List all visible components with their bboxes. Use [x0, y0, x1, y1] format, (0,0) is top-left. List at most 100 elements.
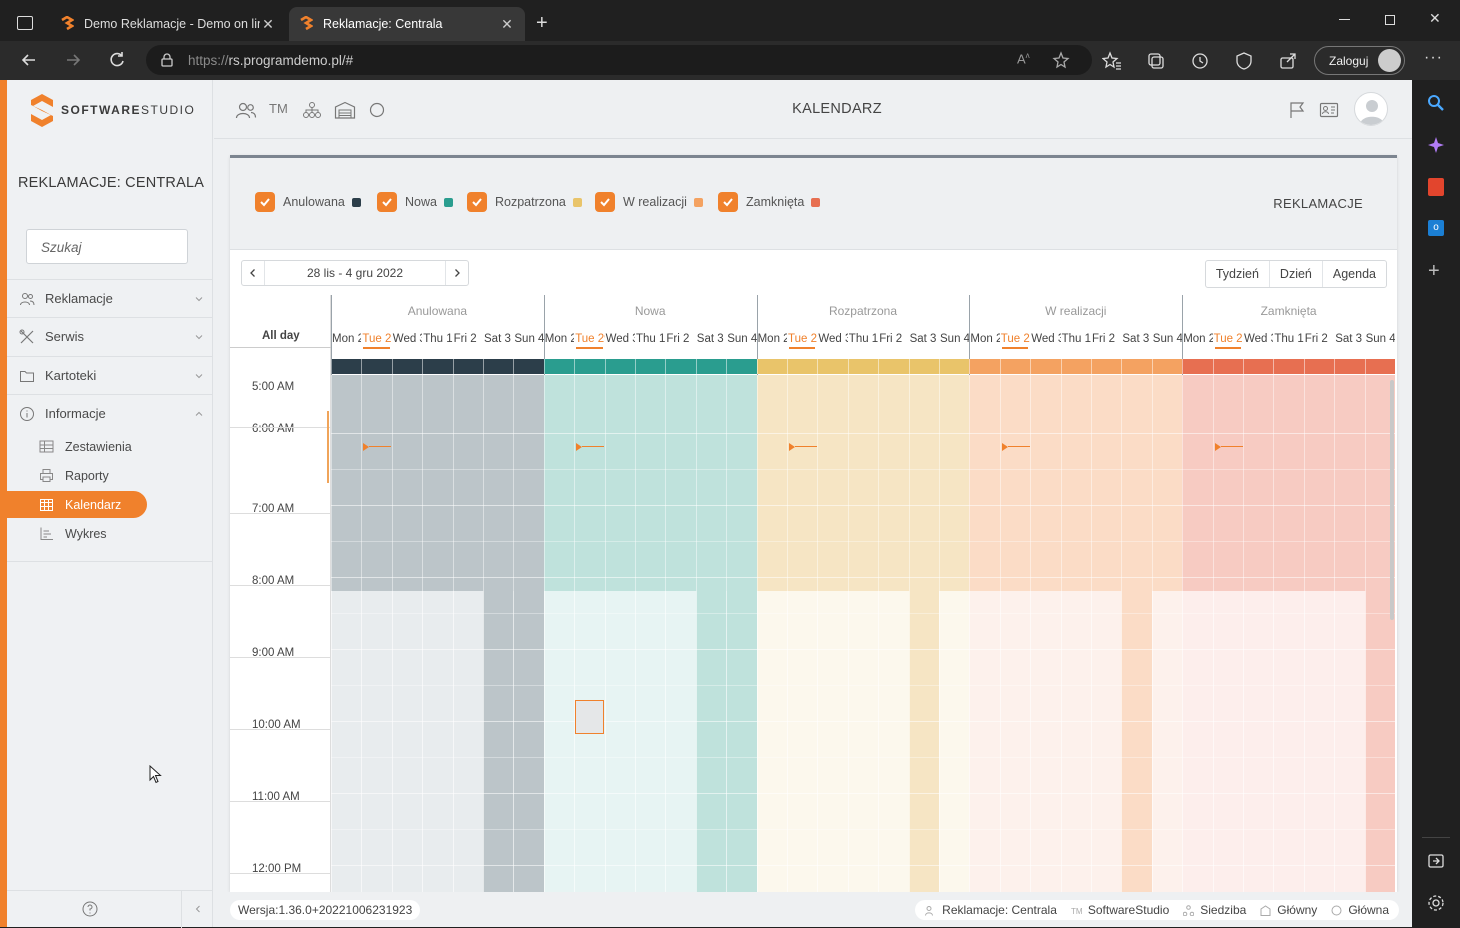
- read-aloud-icon[interactable]: Aʌ: [1017, 51, 1030, 66]
- day-header[interactable]: Sun 4: [1152, 333, 1182, 345]
- day-header[interactable]: Fri 2: [665, 333, 695, 345]
- context-item[interactable]: Główna: [1331, 903, 1389, 917]
- add-favorite-icon[interactable]: [1052, 51, 1072, 71]
- sidebar-item-reklamacje[interactable]: Reklamacje: [7, 279, 213, 317]
- time-slot[interactable]: [604, 591, 635, 895]
- day-header[interactable]: Sun 4: [939, 333, 969, 345]
- time-slot-off-hours[interactable]: [513, 375, 544, 591]
- help-icon[interactable]: [82, 901, 98, 917]
- time-slot[interactable]: [1334, 591, 1365, 895]
- day-header[interactable]: Wed 30: [817, 333, 847, 345]
- legend-item[interactable]: Nowa: [377, 192, 453, 212]
- share-icon[interactable]: [1278, 51, 1298, 71]
- close-tab-icon[interactable]: ✕: [260, 16, 276, 33]
- time-slot-off-hours[interactable]: [1151, 375, 1183, 591]
- time-slot-off-hours[interactable]: [999, 375, 1031, 591]
- back-icon[interactable]: [19, 50, 39, 70]
- day-header[interactable]: Sat 3: [1334, 333, 1364, 345]
- time-slot-off-hours[interactable]: [665, 375, 696, 591]
- time-slot[interactable]: [1121, 591, 1152, 895]
- time-slot-off-hours[interactable]: [1273, 375, 1304, 591]
- time-slot-off-hours[interactable]: [1182, 375, 1213, 591]
- day-header[interactable]: Mon 28: [331, 333, 361, 345]
- day-header[interactable]: Tue 29: [1213, 333, 1243, 345]
- time-slot[interactable]: [939, 591, 970, 895]
- time-slot-off-hours[interactable]: [939, 375, 970, 591]
- time-slot-off-hours[interactable]: [787, 375, 818, 591]
- time-slot-off-hours[interactable]: [1212, 375, 1243, 591]
- add-sidebar-app-icon[interactable]: +: [1428, 260, 1440, 283]
- time-slot[interactable]: [665, 591, 696, 895]
- time-slot[interactable]: [999, 591, 1031, 895]
- time-slot-off-hours[interactable]: [574, 375, 605, 591]
- time-slot[interactable]: [513, 591, 544, 895]
- time-slot[interactable]: [847, 591, 879, 895]
- search-input[interactable]: Szukaj: [26, 229, 188, 264]
- time-slot[interactable]: [543, 591, 575, 895]
- minimize-icon[interactable]: [1339, 19, 1350, 20]
- day-header[interactable]: Thu 1: [848, 333, 878, 345]
- day-header[interactable]: Fri 2: [1304, 333, 1334, 345]
- time-slot-off-hours[interactable]: [969, 375, 1000, 591]
- context-item[interactable]: Siedziba: [1183, 903, 1246, 917]
- day-header[interactable]: Mon 28: [969, 333, 999, 345]
- time-slot-off-hours[interactable]: [756, 375, 787, 591]
- time-slot[interactable]: [361, 591, 392, 895]
- time-slot[interactable]: [1151, 591, 1183, 895]
- new-tab-icon[interactable]: +: [536, 12, 548, 35]
- day-header[interactable]: Mon 28: [1182, 333, 1212, 345]
- more-menu-icon[interactable]: ···: [1424, 49, 1443, 67]
- context-item[interactable]: TM SoftwareStudio: [1071, 903, 1169, 917]
- day-header[interactable]: Fri 2: [1091, 333, 1121, 345]
- day-header[interactable]: Mon 28: [544, 333, 574, 345]
- office-icon[interactable]: [1428, 178, 1444, 196]
- tab-actions-icon[interactable]: [17, 16, 33, 30]
- time-slot-off-hours[interactable]: [726, 375, 757, 591]
- legend-item[interactable]: W realizacji: [595, 192, 703, 212]
- collapse-sidebar-button[interactable]: [181, 891, 213, 928]
- address-bar[interactable]: https://rs.programdemo.pl/#: [146, 45, 1092, 75]
- day-header[interactable]: Tue 29: [787, 333, 817, 345]
- time-slot-off-hours[interactable]: [452, 375, 483, 591]
- forward-icon[interactable]: [63, 50, 83, 70]
- time-slot[interactable]: [908, 591, 939, 895]
- user-avatar[interactable]: [1354, 92, 1388, 126]
- day-header[interactable]: Sun 4: [1365, 333, 1395, 345]
- checkbox-checked-icon[interactable]: [255, 192, 275, 212]
- checkbox-checked-icon[interactable]: [718, 192, 738, 212]
- id-card-icon[interactable]: [1319, 101, 1339, 119]
- context-item[interactable]: Reklamacje: Centrala: [925, 903, 1057, 917]
- browser-tab-demo[interactable]: Demo Reklamacje - Demo on line ✕: [50, 7, 286, 41]
- day-header[interactable]: Wed 30: [392, 333, 422, 345]
- time-slot-off-hours[interactable]: [1334, 375, 1365, 591]
- day-header[interactable]: Sat 3: [909, 333, 939, 345]
- day-header[interactable]: Tue 29: [1000, 333, 1030, 345]
- time-slot[interactable]: [422, 591, 453, 895]
- time-slot-off-hours[interactable]: [1121, 375, 1152, 591]
- day-header[interactable]: Sun 4: [513, 333, 543, 345]
- time-slot-off-hours[interactable]: [604, 375, 635, 591]
- day-header[interactable]: Thu 1: [1061, 333, 1091, 345]
- view-agenda-button[interactable]: Agenda: [1321, 261, 1386, 287]
- time-slot-off-hours[interactable]: [483, 375, 514, 591]
- time-slot[interactable]: [1030, 591, 1061, 895]
- selected-time-slot[interactable]: [575, 700, 604, 734]
- time-slot[interactable]: [1303, 591, 1335, 895]
- sidebar-item-serwis[interactable]: Serwis: [7, 317, 213, 355]
- outlook-icon[interactable]: o: [1428, 220, 1444, 236]
- history-icon[interactable]: [1190, 51, 1210, 71]
- time-slot[interactable]: [1364, 591, 1395, 895]
- time-slot[interactable]: [756, 591, 787, 895]
- time-slot[interactable]: [787, 591, 818, 895]
- checkbox-checked-icon[interactable]: [467, 192, 487, 212]
- context-item[interactable]: Główny: [1260, 903, 1317, 917]
- vertical-scrollbar[interactable]: [1390, 380, 1394, 620]
- flag-icon[interactable]: [1288, 101, 1306, 119]
- time-slot[interactable]: [452, 591, 483, 895]
- day-header[interactable]: Sun 4: [726, 333, 756, 345]
- close-window-icon[interactable]: ✕: [1429, 10, 1441, 27]
- checkbox-checked-icon[interactable]: [377, 192, 397, 212]
- day-header[interactable]: Tue 29: [361, 333, 391, 345]
- day-header[interactable]: Thu 1: [1273, 333, 1303, 345]
- legend-item[interactable]: Rozpatrzona: [467, 192, 582, 212]
